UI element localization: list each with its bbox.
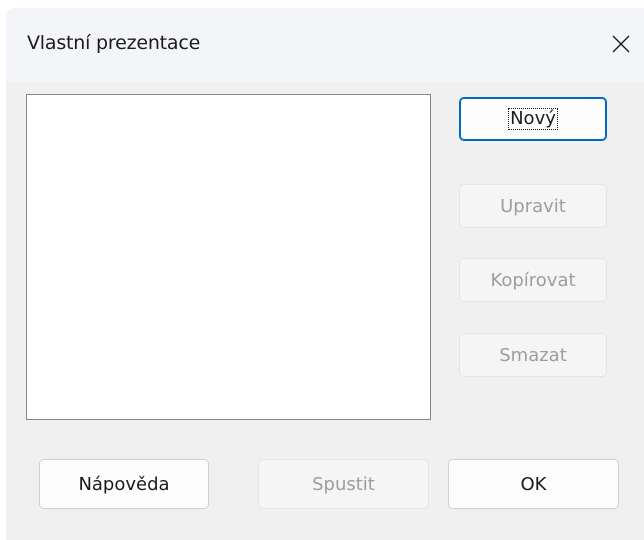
new-button[interactable]: Nový <box>459 97 607 141</box>
help-button[interactable]: Nápověda <box>39 459 209 509</box>
ok-button[interactable]: OK <box>448 459 619 509</box>
close-button[interactable] <box>598 18 644 70</box>
delete-button[interactable]: Smazat <box>459 333 607 377</box>
start-show-button[interactable]: Spustit <box>258 459 429 509</box>
custom-shows-dialog: Vlastní prezentace Nový Upravit Kopírova… <box>6 8 644 540</box>
close-icon <box>612 35 630 53</box>
new-button-label: Nový <box>508 108 558 130</box>
copy-button[interactable]: Kopírovat <box>459 258 607 302</box>
edit-button[interactable]: Upravit <box>459 184 607 228</box>
title-bar: Vlastní prezentace <box>6 8 644 82</box>
dialog-title: Vlastní prezentace <box>27 32 201 54</box>
custom-shows-list[interactable] <box>26 94 431 420</box>
